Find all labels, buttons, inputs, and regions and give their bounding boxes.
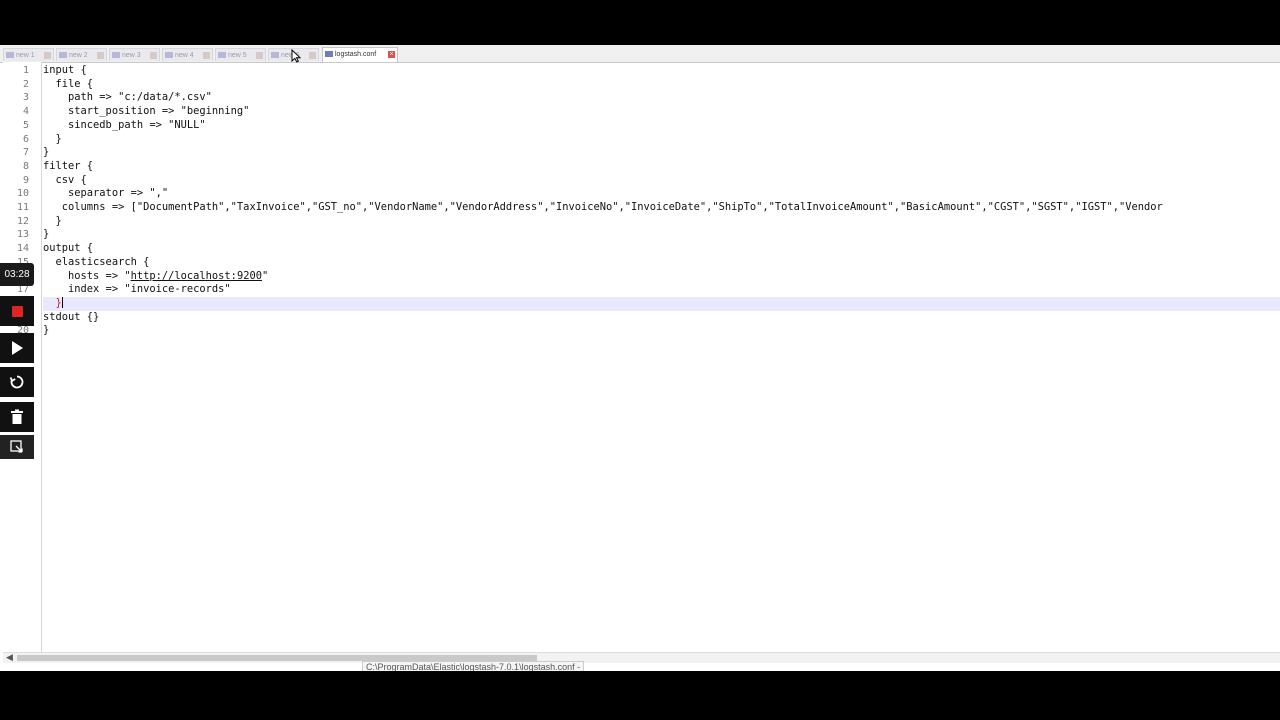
stop-icon xyxy=(11,305,23,317)
tab-new-1[interactable]: new 1 xyxy=(3,48,54,61)
line-number: 2 xyxy=(22,78,29,90)
line-number: 8 xyxy=(22,160,29,172)
close-tab-icon[interactable] xyxy=(203,52,210,59)
code-editor[interactable]: input { file { path => "c:/data/*.csv" s… xyxy=(43,62,1280,660)
recording-timer: 03:28 xyxy=(0,263,34,286)
play-button[interactable] xyxy=(0,333,34,363)
line-number: 3 xyxy=(22,92,29,104)
close-tab-icon[interactable] xyxy=(256,52,263,59)
line-number: 9 xyxy=(22,174,29,186)
play-icon xyxy=(11,341,23,355)
code-line[interactable]: output { xyxy=(43,242,93,256)
file-icon xyxy=(325,51,333,57)
file-icon xyxy=(6,52,14,58)
tab-new-5[interactable]: new 5 xyxy=(215,48,266,61)
code-line[interactable]: stdout {} xyxy=(43,311,99,325)
file-icon xyxy=(59,52,67,58)
line-number: 5 xyxy=(22,119,29,131)
tab-logstash-conf[interactable]: logstash.conf × xyxy=(322,47,398,62)
mouse-cursor-icon xyxy=(291,49,301,63)
delete-recording-button[interactable] xyxy=(0,402,34,432)
text-caret xyxy=(61,297,63,309)
line-number: 1 xyxy=(22,65,29,76)
line-number: 6 xyxy=(22,133,29,145)
line-number: 10 xyxy=(16,188,29,200)
tab-new-3[interactable]: new 3 xyxy=(109,48,160,61)
code-line[interactable]: filter { xyxy=(43,160,93,174)
code-line[interactable]: start_position => "beginning" xyxy=(43,105,249,119)
code-line[interactable]: file { xyxy=(43,78,94,92)
close-tab-icon[interactable] xyxy=(309,52,316,59)
screen-recorder-toolbar: 03:28 xyxy=(0,263,34,459)
restart-button[interactable] xyxy=(0,367,34,397)
code-line[interactable]: sincedb_path => "NULL" xyxy=(43,119,206,133)
horizontal-scrollbar[interactable]: ◀ xyxy=(3,652,1280,663)
code-line[interactable]: csv { xyxy=(43,174,87,188)
restart-icon xyxy=(9,375,24,389)
file-path-tooltip: C:\ProgramData\Elastic\logstash-7.0.1\lo… xyxy=(362,661,585,671)
code-line-hosts[interactable]: hosts => "http://localhost:9200" xyxy=(43,270,268,284)
code-line[interactable]: input { xyxy=(43,64,87,78)
code-line[interactable]: } xyxy=(43,146,49,160)
close-tab-icon[interactable] xyxy=(44,52,51,59)
line-number: 12 xyxy=(16,215,29,227)
annotate-button[interactable] xyxy=(0,435,34,459)
stop-recording-button[interactable] xyxy=(0,296,34,326)
code-line[interactable]: } xyxy=(43,324,49,338)
editor-window: new 1 new 2 new 3 new 4 new 5 new 6 logs… xyxy=(0,45,1280,671)
current-code-line[interactable]: } xyxy=(43,296,1280,311)
file-icon xyxy=(165,52,173,58)
tab-new-2[interactable]: new 2 xyxy=(56,48,107,61)
close-tab-icon[interactable] xyxy=(150,52,157,59)
close-tab-icon[interactable]: × xyxy=(388,51,395,58)
code-line[interactable]: } xyxy=(43,133,62,147)
tab-new-4[interactable]: new 4 xyxy=(162,48,213,61)
file-icon xyxy=(218,52,226,58)
hosts-suffix: " xyxy=(261,269,269,282)
code-line-text: } xyxy=(43,296,62,309)
line-number: 13 xyxy=(16,229,29,241)
code-line[interactable]: separator => "," xyxy=(43,187,168,201)
select-region-icon xyxy=(10,440,23,453)
file-icon xyxy=(271,52,279,58)
line-number: 14 xyxy=(16,243,29,255)
tab-bar: new 1 new 2 new 3 new 4 new 5 new 6 logs… xyxy=(0,45,1280,63)
hosts-url-link[interactable]: http://localhost:9200 xyxy=(131,270,262,282)
close-tab-icon[interactable] xyxy=(97,52,104,59)
code-line[interactable]: columns => ["DocumentPath","TaxInvoice",… xyxy=(43,201,1163,215)
code-line[interactable]: index => "invoice-records" xyxy=(43,283,231,297)
file-icon xyxy=(112,52,120,58)
code-line[interactable]: path => "c:/data/*.csv" xyxy=(43,91,212,105)
code-line[interactable]: elasticsearch { xyxy=(43,256,150,270)
code-line[interactable]: } xyxy=(43,215,62,229)
trash-icon xyxy=(11,409,23,424)
code-line[interactable]: } xyxy=(43,228,49,242)
hosts-prefix: hosts => " xyxy=(43,269,131,282)
scroll-left-icon[interactable]: ◀ xyxy=(6,652,13,663)
line-number: 11 xyxy=(16,202,29,213)
line-number: 7 xyxy=(22,147,29,159)
line-number: 4 xyxy=(22,106,29,118)
